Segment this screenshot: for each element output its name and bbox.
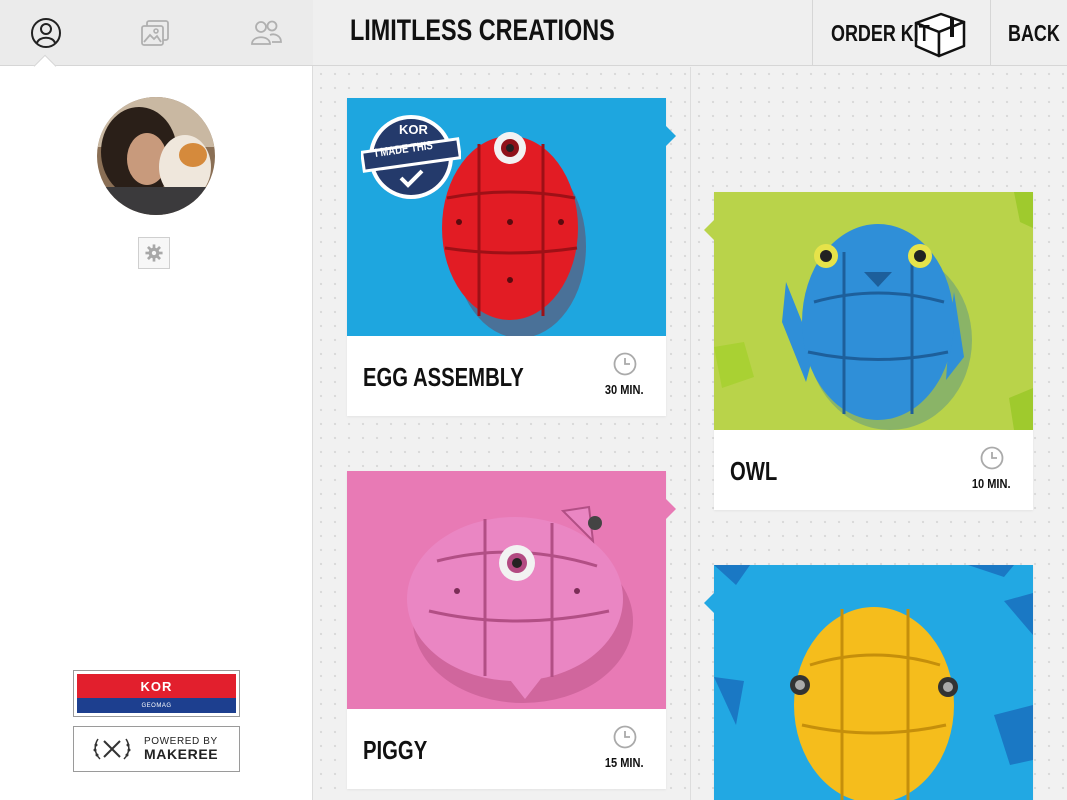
community-icon — [251, 20, 282, 45]
card-info: PIGGY 15 MIN. — [347, 709, 666, 789]
i-made-this-badge: KOR I MADE THIS — [359, 112, 463, 202]
creation-name: EGG ASSEMBLY — [363, 362, 524, 392]
makeree-laurel-icon — [93, 738, 131, 760]
creation-name: PIGGY — [363, 735, 428, 765]
powered-by-makeree-logo[interactable]: POWERED BY MAKEREE — [73, 726, 240, 772]
creation-card-egg-assembly[interactable]: KOR I MADE THIS EGG ASSEMBLY 30 MIN. — [347, 98, 676, 416]
kor-geomag-logo[interactable]: KOR GEOMAG — [73, 670, 240, 717]
creation-duration: 15 MIN. — [605, 755, 644, 770]
creation-name: OWL — [730, 456, 778, 486]
order-kit-button[interactable]: ORDER KIT — [812, 0, 990, 66]
card-info: EGG ASSEMBLY 30 MIN. — [347, 336, 666, 416]
clock-icon — [613, 352, 637, 376]
card-notch — [704, 593, 714, 613]
gallery-icon — [141, 20, 169, 46]
tab-gallery[interactable] — [110, 0, 200, 66]
creation-duration: 10 MIN. — [972, 476, 1011, 491]
creation-photo: KOR I MADE THIS — [347, 98, 666, 336]
card-info: OWL 10 MIN. — [714, 430, 1033, 510]
gear-icon — [145, 244, 163, 262]
creation-photo — [347, 471, 666, 709]
creation-photo — [714, 192, 1033, 430]
creation-photo — [714, 565, 1033, 800]
avatar[interactable] — [97, 97, 215, 215]
card-notch — [666, 499, 676, 519]
top-header: LIMITLESS CREATIONS ORDER KIT BACK — [313, 0, 1067, 66]
creation-card-owl[interactable]: OWL 10 MIN. — [704, 192, 1033, 510]
creation-duration: 30 MIN. — [605, 382, 644, 397]
kor-logo-text: KOR — [77, 674, 236, 698]
settings-button[interactable] — [138, 237, 170, 269]
geomag-logo-text: GEOMAG — [77, 698, 236, 713]
page-title: LIMITLESS CREATIONS — [350, 14, 615, 47]
sidebar-tabs — [0, 0, 313, 78]
avatar-photo — [97, 97, 215, 215]
card-notch — [704, 220, 714, 240]
order-kit-label: ORDER KIT — [831, 19, 930, 46]
profile-icon — [31, 18, 61, 48]
clock-icon — [613, 725, 637, 749]
column-divider — [690, 67, 691, 800]
card-notch — [666, 126, 676, 146]
creation-card-yellow[interactable] — [704, 565, 1033, 800]
back-label: BACK — [1008, 19, 1060, 46]
back-button[interactable]: BACK — [990, 0, 1067, 66]
makeree-brand: MAKEREE — [144, 745, 219, 762]
creation-card-piggy[interactable]: PIGGY 15 MIN. — [347, 471, 676, 789]
clock-icon — [980, 446, 1004, 470]
stamp-logo-text: KOR — [399, 122, 428, 137]
sidebar: KOR GEOMAG POWERED BY MAKEREE — [0, 0, 313, 800]
tab-community[interactable] — [221, 0, 311, 66]
creations-grid: KOR I MADE THIS EGG ASSEMBLY 30 MIN. OWL… — [314, 67, 1067, 800]
